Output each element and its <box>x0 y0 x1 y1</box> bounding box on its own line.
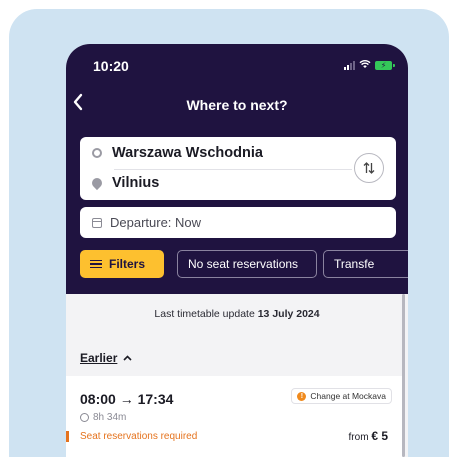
destination-station: Vilnius <box>112 175 160 191</box>
filter-icon <box>90 259 102 269</box>
signal-icon <box>344 60 355 70</box>
update-date: 13 July 2024 <box>257 308 320 320</box>
change-badge: ! Change at Mockava <box>291 388 392 404</box>
price-prefix: from <box>348 432 369 443</box>
trip-times: 08:00 → 17:34 <box>80 391 173 407</box>
chip-transfers[interactable]: Transfe <box>323 250 408 278</box>
chip-label: Transfe <box>334 257 375 271</box>
update-prefix: Last timetable update <box>154 308 255 320</box>
swap-button[interactable] <box>354 153 384 183</box>
route-divider <box>114 169 352 170</box>
filters-button[interactable]: Filters <box>80 250 164 278</box>
info-icon: ! <box>297 391 307 401</box>
price-value: € 5 <box>371 429 388 443</box>
scrollbar[interactable] <box>402 294 405 457</box>
chip-no-seat-reservations[interactable]: No seat reservations <box>177 250 317 278</box>
departure-field[interactable]: Departure: Now <box>80 207 396 238</box>
location-pin-icon <box>89 175 105 191</box>
change-label: Change at Mockava <box>310 391 386 401</box>
filters-label: Filters <box>109 257 146 271</box>
status-time: 10:20 <box>93 58 129 74</box>
trip-duration: 8h 34m <box>80 412 126 423</box>
clock-icon <box>80 413 89 422</box>
trip-card[interactable]: 08:00 → 17:34 8h 34m ! Change at Mockava… <box>66 376 402 457</box>
chevron-up-icon <box>123 353 132 364</box>
search-header: 10:20 ⚡ Where to next? Warszawa Wschodni… <box>66 44 408 294</box>
origin-station: Warszawa Wschodnia <box>112 145 263 161</box>
destination-field[interactable]: Vilnius <box>89 175 160 191</box>
seat-warning: Seat reservations required <box>80 431 198 442</box>
origin-dot-icon <box>92 148 102 158</box>
nav-bar: Where to next? <box>66 92 408 118</box>
results-list[interactable]: Last timetable update 13 July 2024 Earli… <box>66 294 408 457</box>
origin-field[interactable]: Warszawa Wschodnia <box>92 145 263 161</box>
battery-icon: ⚡ <box>375 60 395 70</box>
earlier-label: Earlier <box>80 351 118 365</box>
departure-time: 08:00 <box>80 391 116 407</box>
seat-warning-marker <box>66 431 69 442</box>
status-bar: 10:20 ⚡ <box>66 44 408 84</box>
phone-screen: 10:20 ⚡ Where to next? Warszawa Wschodni… <box>66 44 408 457</box>
status-icons: ⚡ <box>344 59 395 71</box>
earlier-toggle[interactable]: Earlier <box>80 351 132 365</box>
chip-label: No seat reservations <box>188 257 299 271</box>
arrow-icon: → <box>119 391 134 407</box>
arrival-time: 17:34 <box>137 391 174 407</box>
calendar-icon <box>92 217 102 228</box>
departure-label: Departure: Now <box>110 215 202 230</box>
wifi-icon <box>359 59 371 71</box>
filter-chips: Filters No seat reservations Transfe <box>80 250 408 278</box>
trip-price: from € 5 <box>349 429 388 443</box>
timetable-update: Last timetable update 13 July 2024 <box>66 308 408 320</box>
duration-value: 8h 34m <box>93 412 127 423</box>
route-selector: Warszawa Wschodnia Vilnius <box>80 137 396 200</box>
page-title: Where to next? <box>186 97 288 113</box>
swap-icon <box>363 162 375 174</box>
